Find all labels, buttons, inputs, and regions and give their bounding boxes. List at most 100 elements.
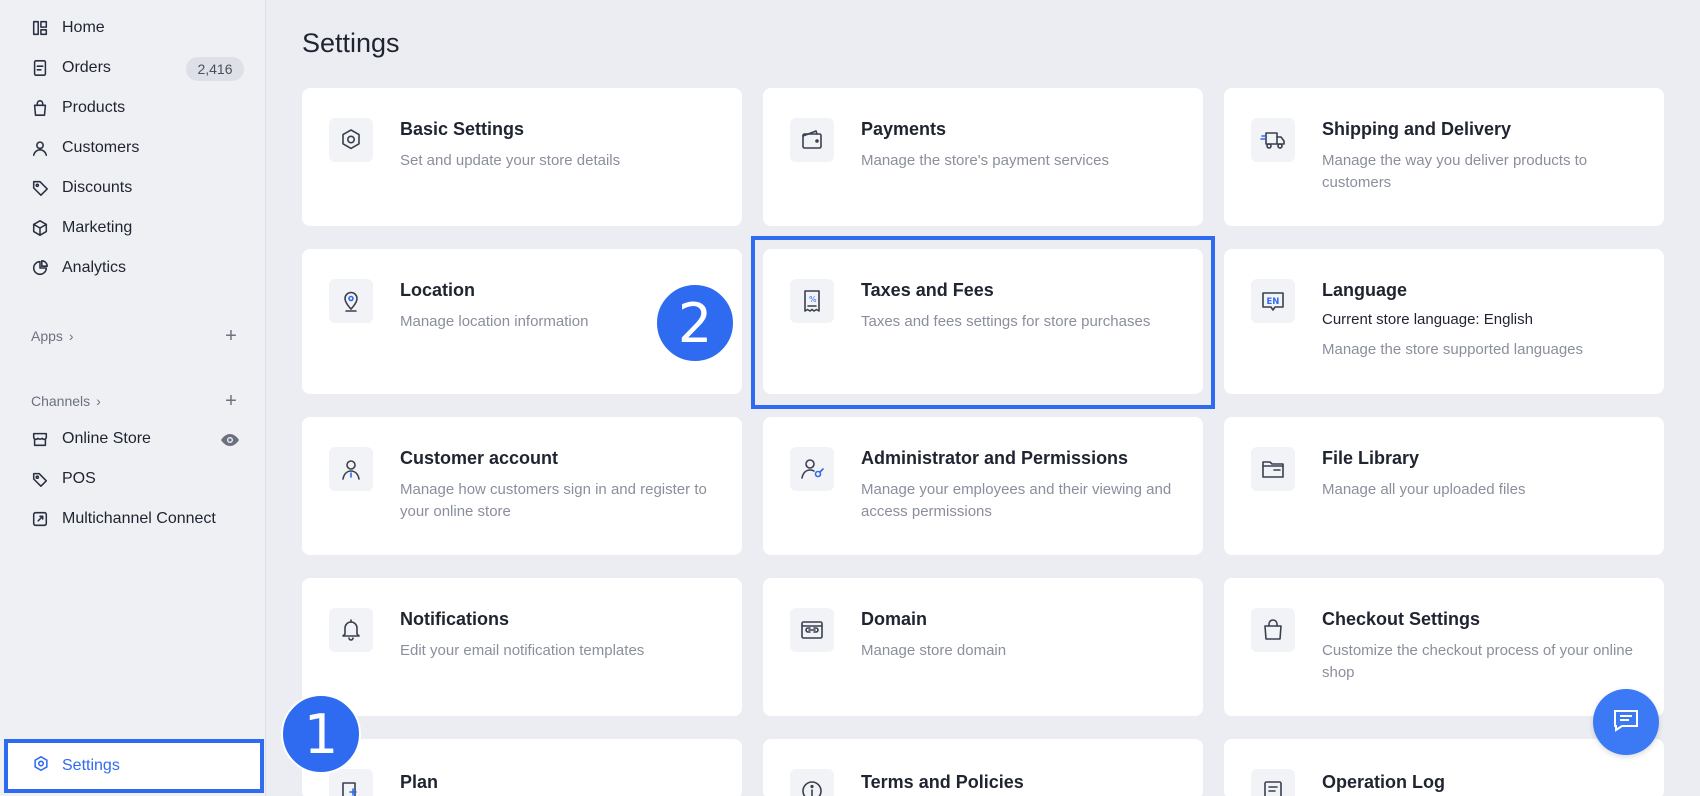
add-app-button[interactable]: +: [222, 326, 240, 346]
settings-card-payments[interactable]: Payments Manage the store's payment serv…: [763, 88, 1203, 226]
eye-icon[interactable]: [219, 429, 241, 451]
sidebar-item-label: Orders: [62, 59, 111, 76]
chevron-right-icon: ›: [96, 393, 101, 409]
card-title: Payments: [861, 119, 947, 139]
sidebar-item-label: Marketing: [62, 219, 133, 236]
settings-card-taxes-fees[interactable]: % Taxes and Fees Taxes and fees settings…: [763, 249, 1203, 394]
sidebar-item-label: Home: [62, 19, 105, 36]
svg-text:EN: EN: [1267, 297, 1280, 307]
marketing-icon: [30, 218, 50, 238]
settings-card-shipping-delivery[interactable]: Shipping and Delivery Manage the way you…: [1224, 88, 1664, 226]
sidebar-item-label: Multichannel Connect: [62, 510, 216, 527]
sidebar-item-label: Discounts: [62, 179, 133, 196]
online-store-icon: [30, 429, 50, 449]
channels-label: Channels: [31, 393, 91, 409]
settings-card-operation-log[interactable]: Operation Log: [1224, 739, 1664, 796]
sidebar-item-label: Settings: [62, 757, 120, 774]
sidebar-item-multichannel-connect[interactable]: Multichannel Connect: [30, 504, 216, 534]
card-description: Manage store domain: [861, 642, 1007, 659]
orders-count-badge: 2,416: [186, 57, 244, 81]
discounts-icon: [30, 178, 50, 198]
user-icon: [329, 447, 373, 491]
settings-card-domain[interactable]: Domain Manage store domain: [763, 578, 1203, 716]
settings-card-language[interactable]: EN Language Current store language: Engl…: [1224, 249, 1664, 394]
card-title: Plan: [400, 772, 439, 792]
card-description: Manage the store's payment services: [861, 152, 1109, 169]
svg-text:%: %: [809, 295, 817, 304]
domain-link-icon: [790, 608, 834, 652]
home-icon: [30, 18, 50, 38]
sidebar-item-pos[interactable]: POS: [30, 464, 96, 494]
plan-icon: [329, 769, 373, 796]
log-icon: [1251, 769, 1295, 796]
sidebar-item-marketing[interactable]: Marketing: [30, 213, 132, 243]
settings-card-terms-policies[interactable]: Terms and Policies: [763, 739, 1203, 796]
card-title: Shipping and Delivery: [1322, 119, 1512, 139]
sidebar-item-online-store[interactable]: Online Store: [30, 424, 151, 454]
card-description: Customize the checkout process of your o…: [1322, 642, 1633, 681]
card-title: Customer account: [400, 448, 559, 468]
chat-icon: [1610, 704, 1642, 741]
truck-icon: [1251, 118, 1295, 162]
sidebar-item-discounts[interactable]: Discounts: [30, 173, 132, 203]
card-description: Manage all your uploaded files: [1322, 481, 1526, 498]
settings-card-customer-account[interactable]: Customer account Manage how customers si…: [302, 417, 742, 555]
sidebar-item-label: Analytics: [62, 259, 127, 276]
card-description: Manage how customers sign in and registe…: [400, 481, 707, 520]
card-description: Manage the way you deliver products to c…: [1322, 152, 1588, 191]
card-title: Notifications: [400, 609, 510, 629]
current-language-text: Current store language: English: [1322, 311, 1533, 328]
card-title: Domain: [861, 609, 928, 629]
apps-section-toggle[interactable]: Apps ›: [31, 328, 74, 344]
card-title: Checkout Settings: [1322, 609, 1481, 629]
card-title: Operation Log: [1322, 772, 1445, 792]
sidebar-item-orders[interactable]: Orders: [30, 53, 111, 83]
chat-support-button[interactable]: [1593, 689, 1659, 755]
settings-card-admin-permissions[interactable]: Administrator and Permissions Manage you…: [763, 417, 1203, 555]
wallet-icon: [790, 118, 834, 162]
admin-key-icon: [790, 447, 834, 491]
channels-section-toggle[interactable]: Channels ›: [31, 393, 101, 409]
settings-gear-icon: [32, 755, 50, 778]
card-description: Taxes and fees settings for store purcha…: [861, 313, 1151, 330]
sidebar-item-label: Online Store: [62, 430, 151, 447]
apps-label: Apps: [31, 328, 63, 344]
add-channel-button[interactable]: +: [222, 391, 240, 411]
folder-icon: [1251, 447, 1295, 491]
card-title: Administrator and Permissions: [861, 448, 1129, 468]
card-description: Set and update your store details: [400, 152, 621, 169]
settings-card-notifications[interactable]: Notifications Edit your email notificati…: [302, 578, 742, 716]
sidebar-item-settings[interactable]: Settings: [4, 739, 264, 793]
customers-icon: [30, 138, 50, 158]
analytics-icon: [30, 258, 50, 278]
sidebar-item-analytics[interactable]: Analytics: [30, 253, 126, 283]
card-title: Language: [1322, 280, 1408, 300]
sidebar: Home Orders 2,416 Products Customers Dis…: [0, 0, 266, 796]
orders-icon: [30, 58, 50, 78]
card-description: Edit your email notification templates: [400, 642, 645, 659]
card-title: Basic Settings: [400, 119, 525, 139]
chevron-right-icon: ›: [68, 328, 74, 344]
card-description: Manage your employees and their viewing …: [861, 481, 1172, 520]
gear-icon: [329, 118, 373, 162]
sidebar-item-label: POS: [62, 470, 96, 487]
multichannel-icon: [30, 509, 50, 529]
settings-card-plan[interactable]: Plan: [302, 739, 742, 796]
settings-card-checkout-settings[interactable]: Checkout Settings Customize the checkout…: [1224, 578, 1664, 716]
location-pin-icon: [329, 279, 373, 323]
card-title: File Library: [1322, 448, 1420, 468]
settings-card-file-library[interactable]: File Library Manage all your uploaded fi…: [1224, 417, 1664, 555]
card-title: Taxes and Fees: [861, 280, 994, 300]
bell-icon: [329, 608, 373, 652]
shopping-bag-icon: [1251, 608, 1295, 652]
sidebar-item-home[interactable]: Home: [30, 13, 105, 43]
sidebar-item-customers[interactable]: Customers: [30, 133, 139, 163]
sidebar-item-products[interactable]: Products: [30, 93, 125, 123]
card-title: Terms and Policies: [861, 772, 1024, 792]
info-icon: [790, 769, 834, 796]
language-en-icon: EN: [1251, 279, 1295, 323]
step-marker-1: 1: [281, 694, 361, 774]
receipt-percent-icon: %: [790, 279, 834, 323]
settings-card-basic-settings[interactable]: Basic Settings Set and update your store…: [302, 88, 742, 226]
products-icon: [30, 98, 50, 118]
